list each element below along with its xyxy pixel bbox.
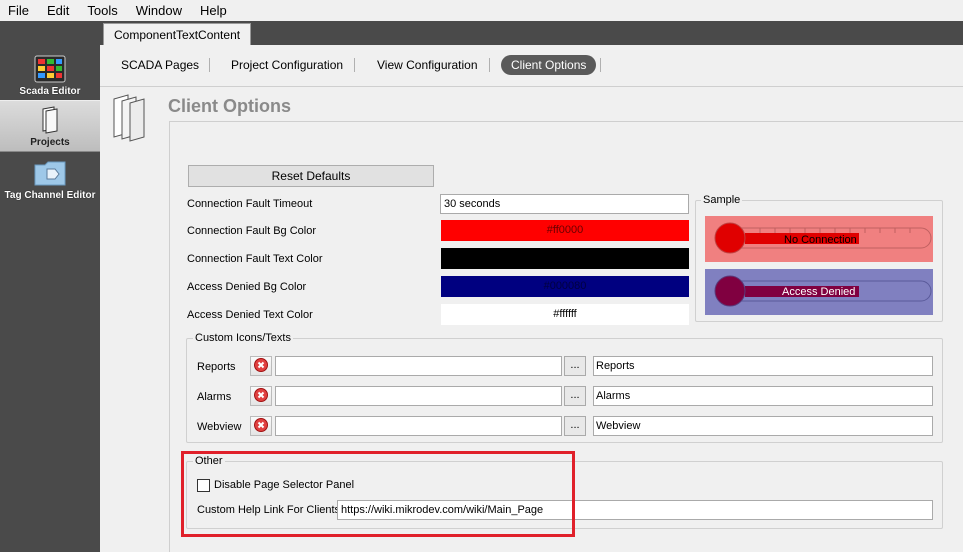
alarms-icon-path-field[interactable] [275,386,562,406]
no-connection-sample: No Connection [705,216,933,262]
tab-project-configuration[interactable]: Project Configuration [221,55,353,75]
access-denied-bg-label: Access Denied Bg Color [187,281,307,293]
tab-separator [209,58,210,72]
reports-remove-button[interactable] [250,356,272,376]
menu-window[interactable]: Window [127,0,191,21]
page-title: Client Options [168,96,291,116]
no-connection-label: No Connection [784,234,857,246]
connection-fault-timeout-field[interactable]: 30 seconds [440,194,689,214]
custom-icons-group-title: Custom Icons/Texts [193,332,293,344]
menu-file[interactable]: File [0,0,38,21]
reports-icon-path-field[interactable] [275,356,562,376]
sidebar: Scada Editor Projects Tag Channel Editor [0,21,100,552]
connection-fault-text-swatch[interactable]: #000000 [441,248,689,269]
access-denied-text-label: Access Denied Text Color [187,309,313,321]
webview-label: Webview [197,421,242,433]
webview-text-field[interactable]: Webview [593,416,933,436]
reports-browse-button[interactable]: ... [564,356,586,376]
connection-fault-bg-label: Connection Fault Bg Color [187,225,317,237]
alarms-label: Alarms [197,391,232,403]
tab-client-options[interactable]: Client Options [501,55,597,75]
alarms-remove-button[interactable] [250,386,272,406]
alarms-text-field[interactable]: Alarms [593,386,933,406]
access-denied-bg-swatch[interactable]: #000080 [441,276,689,297]
sample-group-title: Sample [701,194,743,206]
sidebar-item-label: Projects [30,137,70,148]
sidebar-item-label: Tag Channel Editor [4,190,96,201]
connection-fault-bg-swatch[interactable]: #ff0000 [441,220,689,241]
tab-separator [354,58,355,72]
alarms-browse-button[interactable]: ... [564,386,586,406]
remove-icon [254,357,268,375]
highlight-box [181,451,575,537]
access-denied-sample: Access Denied [705,269,933,315]
menu-edit[interactable]: Edit [38,0,78,21]
subtab-bar: SCADA Pages Project Configuration View C… [100,45,963,87]
menu-bar: File Edit Tools Window Help [0,0,963,21]
access-denied-text-swatch[interactable]: #ffffff [441,304,689,325]
sidebar-item-scada-editor[interactable]: Scada Editor [0,48,100,100]
client-options-icon [106,93,156,143]
projects-icon [33,105,67,135]
webview-browse-button[interactable]: ... [564,416,586,436]
menu-tools[interactable]: Tools [78,0,126,21]
scada-editor-icon [33,54,67,84]
webview-icon-path-field[interactable] [275,416,562,436]
remove-icon [254,387,268,405]
reports-label: Reports [197,361,236,373]
connection-fault-timeout-label: Connection Fault Timeout [187,198,313,210]
sidebar-item-tag-channel-editor[interactable]: Tag Channel Editor [0,152,100,204]
document-tab-strip: ComponentTextContent [100,21,963,45]
access-denied-label: Access Denied [782,286,856,298]
document-tab[interactable]: ComponentTextContent [103,23,252,45]
tab-view-configuration[interactable]: View Configuration [367,55,488,75]
reports-text-field[interactable]: Reports [593,356,933,376]
sidebar-item-projects[interactable]: Projects [0,100,100,152]
menu-help[interactable]: Help [191,0,236,21]
tab-separator [489,58,490,72]
webview-remove-button[interactable] [250,416,272,436]
connection-fault-text-label: Connection Fault Text Color [187,253,323,265]
reset-defaults-button[interactable]: Reset Defaults [188,165,434,187]
tag-channel-editor-icon [33,158,67,188]
tab-separator [600,58,601,72]
remove-icon [254,417,268,435]
sidebar-item-label: Scada Editor [19,86,81,97]
tab-scada-pages[interactable]: SCADA Pages [111,55,209,75]
